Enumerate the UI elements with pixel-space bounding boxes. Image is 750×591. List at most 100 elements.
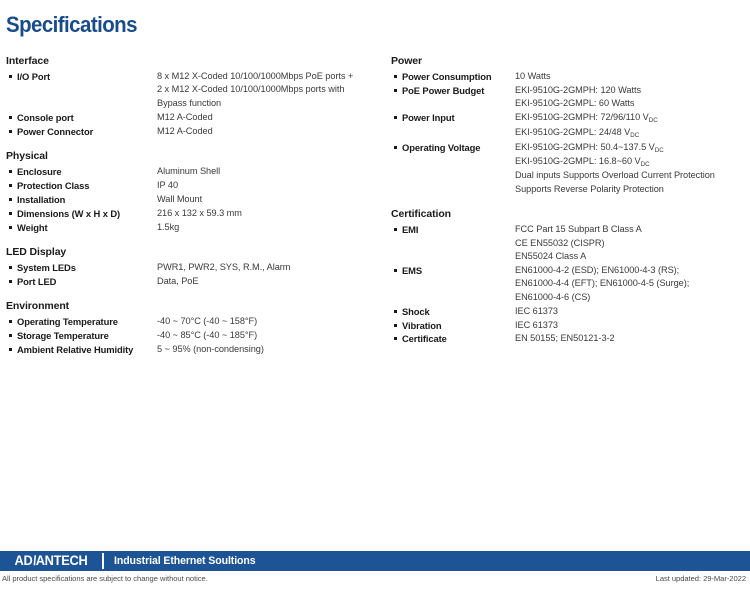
spec-value-storage-temperature: -40 ~ 85°C (-40 ~ 185°F): [157, 329, 381, 342]
bullet-icon: [9, 197, 12, 201]
bullet-icon: [394, 309, 397, 313]
spec-row: Power Input EKI-9510G-2GMPH: 72/96/110 VD…: [391, 111, 750, 140]
spec-value-line: IP 40: [157, 179, 179, 190]
spec-row: Vibration IEC 61373: [391, 319, 750, 332]
spec-label-text: EMI: [402, 224, 419, 236]
spec-value-line: M12 A-Coded: [157, 111, 213, 122]
spec-section-physical: Physical Enclosure Aluminum Shell Protectio…: [6, 149, 381, 234]
spec-label-operating-voltage: Operating Voltage: [391, 141, 515, 154]
spec-label-i-o-port: I/O Port: [6, 70, 157, 83]
spec-row: Port LED Data, PoE: [6, 275, 381, 288]
spec-label-console-port: Console port: [6, 111, 157, 124]
spec-value-line: 8 x M12 X-Coded 10/100/1000Mbps PoE port…: [157, 71, 354, 81]
bullet-icon: [9, 115, 12, 119]
spec-row: Storage Temperature -40 ~ 85°C (-40 ~ 185…: [6, 329, 381, 342]
spec-value-dimensions-w-x-h-x-d: 216 x 132 x 59.3 mm: [157, 207, 381, 220]
spec-value-system-leds: PWR1, PWR2, SYS, R.M., Alarm: [157, 261, 381, 274]
section-heading: Certification: [391, 208, 451, 221]
spec-value-vibration: IEC 61373: [515, 319, 750, 332]
spec-value-line: EN 50155; EN50121-3-2: [515, 333, 615, 344]
spec-value-protection-class: IP 40: [157, 179, 381, 192]
spec-label-text: Power Connector: [17, 125, 94, 137]
spec-value-line: EKI-9510G-2GMPH: 50.4~137.5 VDC: [515, 141, 664, 154]
logo-text-second: ANTECH: [35, 553, 88, 569]
spec-section-interface: Interface I/O Port 8 x M12 X-Coded 10/100/…: [6, 54, 381, 138]
spec-label-operating-temperature: Operating Temperature: [6, 315, 157, 328]
spec-row: EMS EN61000-4-2 (ESD); EN61000-4-3 (RS); E…: [391, 264, 750, 304]
spec-row: Weight 1.5kg: [6, 221, 381, 234]
spec-row: PoE Power Budget EKI-9510G-2GMPH: 120 Wat…: [391, 84, 750, 111]
spec-label-storage-temperature: Storage Temperature: [6, 329, 157, 342]
spec-value-i-o-port: 8 x M12 X-Coded 10/100/1000Mbps PoE port…: [157, 70, 381, 110]
right-spec-column: Power Power Consumption 10 Watts PoE Power …: [391, 54, 750, 346]
bullet-icon: [9, 348, 12, 352]
section-heading: LED Display: [6, 246, 67, 259]
spec-label-enclosure: Enclosure: [6, 165, 157, 178]
spec-value-power-connector: M12 A-Coded: [157, 125, 381, 138]
spec-label-text: Vibration: [402, 319, 442, 331]
bullet-icon: [9, 129, 12, 133]
spec-label-vibration: Vibration: [391, 319, 515, 332]
spec-row: Operating Voltage EKI-9510G-2GMPH: 50.4~1…: [391, 141, 750, 197]
spec-value-line: FCC Part 15 Subpart B Class A: [515, 224, 642, 235]
spec-value-power-consumption: 10 Watts: [515, 70, 750, 83]
spec-label-text: System LEDs: [17, 262, 76, 274]
spec-label-power-connector: Power Connector: [6, 125, 157, 138]
spec-value-installation: Wall Mount: [157, 193, 381, 206]
spec-row: Operating Temperature -40 ~ 70°C (-40 ~ 1…: [6, 315, 381, 328]
bullet-icon: [394, 75, 397, 78]
spec-row: Protection Class IP 40: [6, 179, 381, 192]
spec-value-line: Aluminum Shell: [157, 166, 221, 177]
spec-section-led-display: LED Display System LEDs PWR1, PWR2, SYS, R…: [6, 245, 381, 288]
footer-brand-bar: AD\ANTECH Industrial Ethernet Soultions: [0, 551, 750, 571]
spec-label-ems: EMS: [391, 264, 515, 277]
spec-label-text: PoE Power Budget: [402, 84, 485, 96]
bullet-icon: [394, 145, 397, 149]
spec-value-power-input: EKI-9510G-2GMPH: 72/96/110 VDC EKI-9510G-…: [515, 111, 750, 140]
spec-value-operating-voltage: EKI-9510G-2GMPH: 50.4~137.5 VDC EKI-9510G…: [515, 141, 750, 197]
spec-label-text: Dimensions (W x H x D): [17, 207, 121, 219]
spec-label-text: Port LED: [17, 275, 57, 287]
bullet-icon: [394, 116, 397, 120]
footer-tagline: Industrial Ethernet Soultions: [114, 555, 256, 567]
spec-section-power: Power Power Consumption 10 Watts PoE Power …: [391, 54, 750, 196]
spec-row: System LEDs PWR1, PWR2, SYS, R.M., Alarm: [6, 261, 381, 274]
spec-value-line: EKI-9510G-2GMPL: 60 Watts: [515, 98, 635, 109]
spec-value-enclosure: Aluminum Shell: [157, 165, 381, 178]
spec-label-text: Operating Voltage: [402, 141, 481, 153]
section-heading: Interface: [6, 55, 49, 67]
spec-label-text: Console port: [17, 111, 74, 123]
spec-row: Console port M12 A-Coded: [6, 111, 381, 124]
spec-row: Enclosure Aluminum Shell: [6, 165, 381, 178]
logo-divider: [102, 553, 104, 569]
bullet-icon: [9, 320, 12, 324]
spec-value-ambient-relative-humidity: 5 ~ 95% (non-condensing): [157, 343, 381, 356]
spec-value-poe-power-budget: EKI-9510G-2GMPH: 120 Watts EKI-9510G-2GMP…: [515, 84, 750, 111]
spec-label-text: Protection Class: [17, 179, 90, 191]
spec-label-text: EMS: [402, 264, 423, 276]
spec-label-text: Weight: [17, 221, 48, 233]
spec-label-poe-power-budget: PoE Power Budget: [391, 84, 515, 97]
spec-label-text: Shock: [402, 305, 430, 317]
spec-value-line: 5 ~ 95% (non-condensing): [157, 344, 264, 355]
spec-value-line: IEC 61373: [515, 305, 558, 316]
spec-value-line: Bypass function: [157, 97, 222, 108]
page-title: Specifications: [6, 12, 137, 37]
spec-value-weight: 1.5kg: [157, 221, 381, 234]
spec-label-text: Operating Temperature: [17, 316, 118, 328]
spec-value-line: -40 ~ 70°C (-40 ~ 158°F): [157, 316, 258, 327]
spec-label-text: Ambient Relative Humidity: [17, 344, 134, 356]
bullet-icon: [9, 170, 12, 174]
bullet-icon: [9, 225, 12, 229]
spec-value-line: EN61000-4-2 (ESD); EN61000-4-3 (RS);: [515, 264, 680, 275]
spec-label-text: Certificate: [402, 333, 447, 345]
spec-label-port-led: Port LED: [6, 275, 157, 288]
bullet-icon: [394, 228, 397, 232]
spec-value-line: EKI-9510G-2GMPL: 24/48 VDC: [515, 126, 640, 139]
spec-value-line: CE EN55032 (CISPR): [515, 237, 605, 248]
spec-value-ems: EN61000-4-2 (ESD); EN61000-4-3 (RS); EN61…: [515, 264, 750, 304]
footer-last-updated: Last updated: 29-Mar-2022: [655, 574, 746, 583]
spec-value-line: -40 ~ 85°C (-40 ~ 185°F): [157, 330, 258, 341]
spec-label-power-consumption: Power Consumption: [391, 70, 515, 83]
footer-disclaimer: All product specifications are subject t…: [2, 574, 208, 583]
